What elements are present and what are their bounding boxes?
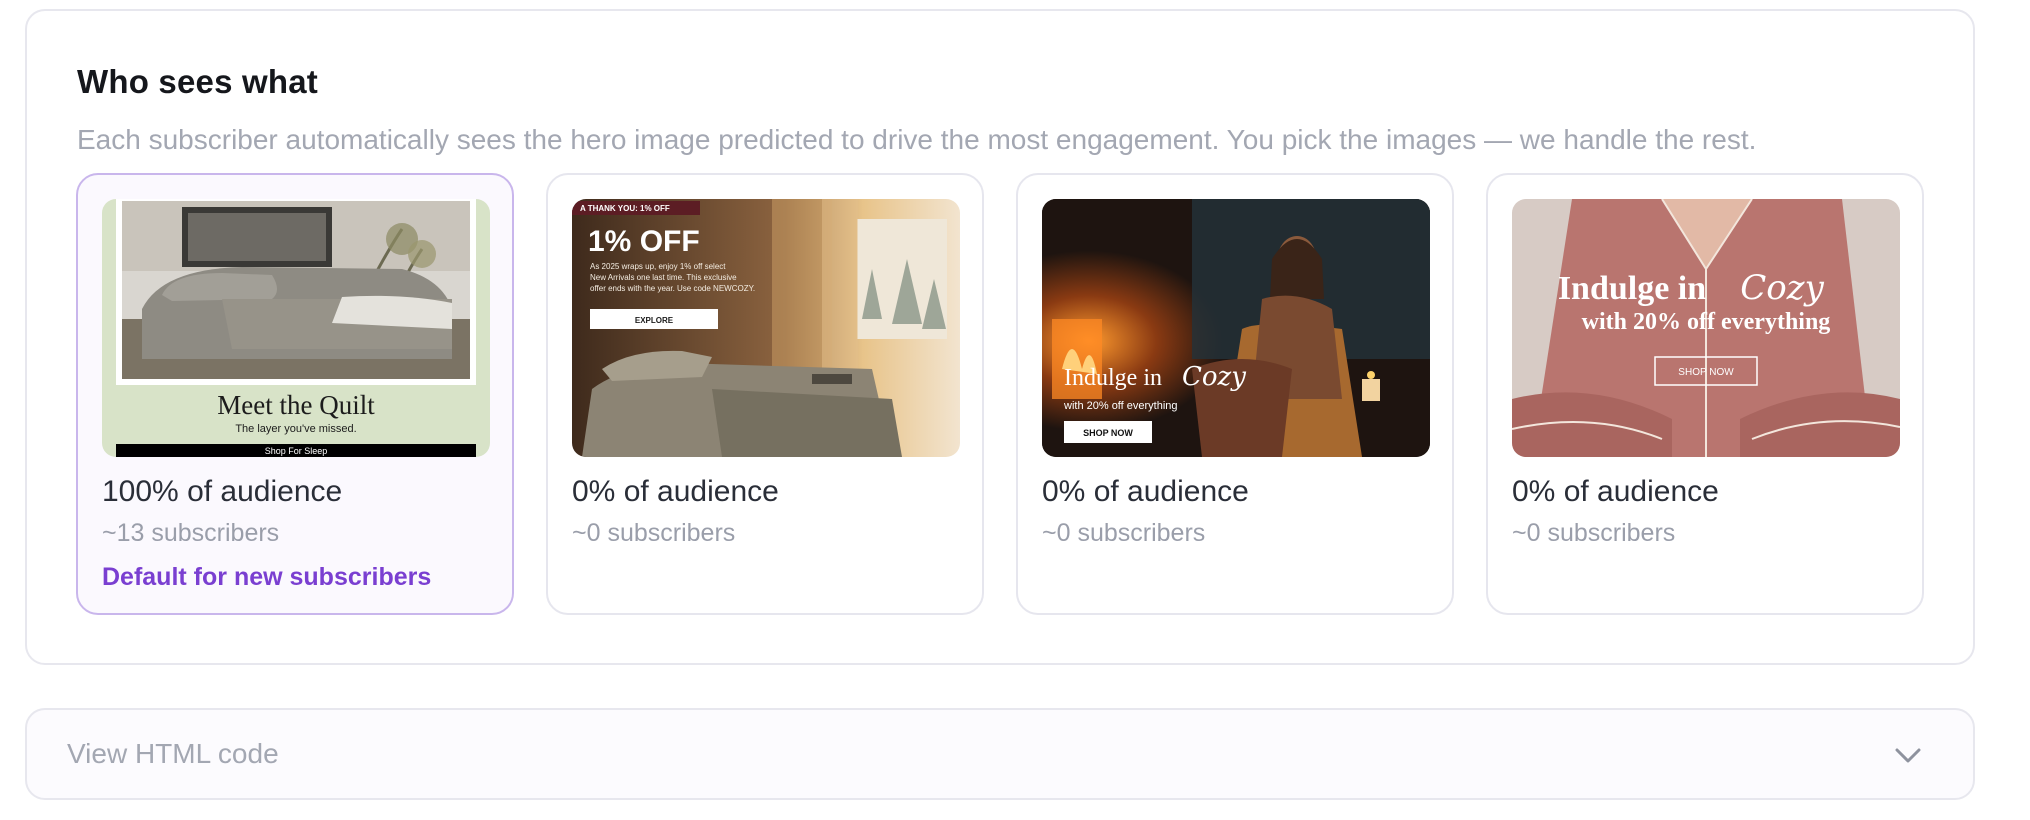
default-badge: Default for new subscribers	[102, 563, 432, 591]
chevron-down-icon	[1895, 748, 1921, 763]
subscriber-count: ~0 subscribers	[1512, 519, 1676, 547]
cozy-headline-b: Cozy	[1182, 362, 1246, 392]
cozy-headline-a: Indulge in	[1064, 365, 1162, 391]
audience-percent: 100% of audience	[102, 475, 343, 508]
pajama-cta: SHOP NOW	[1678, 367, 1734, 378]
cozy-cta: SHOP NOW	[1083, 428, 1133, 438]
svg-text:As 2025 wraps up, enjoy 1% off: As 2025 wraps up, enjoy 1% off select	[590, 262, 726, 271]
quilt-headline: Meet the Quilt	[217, 390, 375, 420]
quilt-cta: Shop For Sleep	[265, 446, 328, 456]
variant-card-1[interactable]: Meet the Quilt The layer you've missed. …	[76, 173, 514, 615]
cozy-subline: with 20% off everything	[1063, 400, 1178, 412]
svg-text:offer ends with the year. Use: offer ends with the year. Use code NEWCO…	[590, 284, 755, 293]
hero-image-pajamas: Indulge in Cozy with 20% off everything …	[1512, 199, 1900, 457]
view-html-code-accordion[interactable]: View HTML code	[25, 708, 1975, 800]
variant-cards: Meet the Quilt The layer you've missed. …	[76, 173, 1924, 615]
subscriber-count: ~13 subscribers	[102, 519, 280, 547]
offer-tag: A THANK YOU: 1% OFF	[580, 204, 670, 213]
section-title: Who sees what	[77, 63, 318, 100]
variant-card-2[interactable]: A THANK YOU: 1% OFF 1% OFF As 2025 wraps…	[546, 173, 984, 615]
audience-percent: 0% of audience	[572, 475, 779, 508]
accordion-label: View HTML code	[67, 738, 279, 769]
svg-text:New Arrivals one last time. Th: New Arrivals one last time. This exclusi…	[590, 273, 737, 282]
pajama-headline-a: Indulge in	[1558, 270, 1706, 307]
pajama-subline: with 20% off everything	[1582, 309, 1831, 335]
offer-headline: 1% OFF	[588, 225, 700, 258]
subscriber-count: ~0 subscribers	[572, 519, 736, 547]
hero-image-quilt: Meet the Quilt The layer you've missed. …	[102, 199, 490, 457]
hero-image-fireplace: Indulge in Cozy with 20% off everything …	[1042, 199, 1430, 457]
quilt-subline: The layer you've missed.	[235, 423, 356, 435]
variant-card-4[interactable]: Indulge in Cozy with 20% off everything …	[1486, 173, 1924, 615]
variant-card-3[interactable]: Indulge in Cozy with 20% off everything …	[1016, 173, 1454, 615]
audience-percent: 0% of audience	[1512, 475, 1719, 508]
audience-percent: 0% of audience	[1042, 475, 1249, 508]
who-sees-what-panel: Who sees what Each subscriber automatica…	[25, 9, 1975, 665]
pajama-headline-b: Cozy	[1740, 268, 1824, 308]
hero-image-one-percent-off: A THANK YOU: 1% OFF 1% OFF As 2025 wraps…	[572, 199, 960, 457]
offer-cta: EXPLORE	[635, 316, 674, 325]
section-subtitle: Each subscriber automatically sees the h…	[77, 124, 1757, 155]
subscriber-count: ~0 subscribers	[1042, 519, 1206, 547]
